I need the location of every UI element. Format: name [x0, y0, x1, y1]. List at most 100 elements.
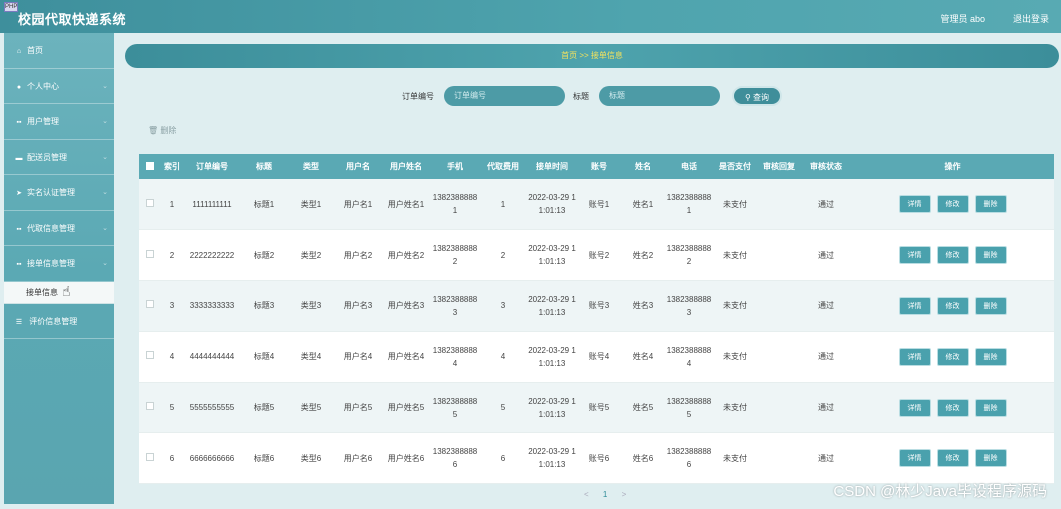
column-header: 姓名 [621, 154, 665, 179]
detail-button[interactable]: 详情 [898, 195, 931, 214]
table-cell: 姓名2 [621, 229, 665, 282]
table-row: 5 5555555555 标题5 类型5 用户名5 用户姓名5 13823888885 5 20… [139, 382, 1054, 434]
table-cell: 5555555555 [183, 382, 241, 434]
chevron-icon: ⌄ [102, 260, 108, 267]
watermark: CSDN @林少Java毕设程序源码 [833, 483, 1047, 500]
order-no-input[interactable]: 订单编号 [444, 86, 565, 106]
search-button[interactable]: ⚲ 查询 [732, 86, 782, 106]
sidebar-item-5[interactable]: ▪▪ 代取信息管理 ⌄ [4, 211, 114, 246]
table-cell: 用户姓名5 [381, 382, 431, 434]
row-checkbox[interactable] [146, 249, 154, 258]
table-cell: 4444444444 [183, 331, 241, 383]
delete-button[interactable]: 删除 [974, 398, 1007, 417]
list-icon: ☰ [15, 318, 23, 326]
table-cell: 6 [161, 432, 183, 485]
edit-button[interactable]: 修改 [936, 347, 969, 366]
app-title: 校园代取快递系统 [18, 12, 127, 27]
edit-button[interactable]: 修改 [936, 246, 969, 265]
sidebar-subitem-order-info[interactable]: 接单信息 [4, 281, 114, 304]
detail-button[interactable]: 详情 [898, 347, 931, 366]
row-select-cell[interactable] [139, 280, 161, 332]
column-header: 电话 [665, 154, 713, 179]
row-checkbox[interactable] [146, 198, 154, 207]
row-select-cell[interactable] [139, 179, 161, 231]
row-select-cell[interactable] [139, 432, 161, 485]
table-cell: 1 [479, 179, 527, 231]
table-cell: 通过 [801, 229, 851, 282]
table-cell: 2022-03-29 11:01:13 [527, 432, 577, 485]
column-header: 订单编号 [183, 154, 241, 179]
sidebar-item-4[interactable]: ➤ 实名认证管理 ⌄ [4, 175, 114, 211]
sidebar-item-6[interactable]: ▪▪ 接单信息管理 ⌄ [4, 246, 114, 282]
delete-button[interactable]: 删除 [974, 347, 1007, 366]
sidebar-item-review-management[interactable]: ☰ 评价信息管理 [4, 304, 114, 339]
table-cell: 姓名4 [621, 331, 665, 383]
delete-button[interactable]: 删除 [974, 246, 1007, 265]
row-checkbox[interactable] [146, 452, 154, 461]
table-cell: 账号6 [577, 432, 621, 485]
column-header: 接单时间 [527, 154, 577, 179]
table-cell: 13823888884 [665, 331, 713, 383]
table-cell: 姓名5 [621, 382, 665, 434]
table-cell: 姓名1 [621, 179, 665, 231]
row-checkbox[interactable] [146, 402, 154, 411]
select-all-header[interactable] [139, 154, 161, 179]
edit-button[interactable]: 修改 [936, 296, 969, 315]
table-cell: 2022-03-29 11:01:13 [527, 331, 577, 383]
detail-button[interactable]: 详情 [898, 246, 931, 265]
sidebar-item-label: 接单信息管理 [27, 259, 75, 268]
edit-button[interactable]: 修改 [936, 449, 969, 468]
table-cell: 2222222222 [183, 229, 241, 282]
sidebar-item-3[interactable]: ▬ 配送员管理 ⌄ [4, 140, 114, 175]
table-cell: 类型5 [287, 382, 335, 434]
table-cell: 6 [479, 432, 527, 485]
next-page-button[interactable]: > [622, 490, 627, 499]
detail-button[interactable]: 详情 [898, 296, 931, 315]
row-actions: 详情 修改 删除 [851, 280, 1054, 332]
title-input[interactable]: 标题 [599, 86, 720, 106]
select-all-checkbox[interactable] [146, 161, 154, 170]
batch-delete-button[interactable]: 🗑 删除 [148, 125, 176, 136]
edit-button[interactable]: 修改 [936, 398, 969, 417]
row-select-cell[interactable] [139, 229, 161, 282]
table-cell: 未支付 [713, 179, 757, 231]
sidebar-item-2[interactable]: ▪▪ 用户管理 ⌄ [4, 104, 114, 140]
grid-icon: ▪▪ [16, 261, 22, 268]
sidebar-item-0[interactable]: ⌂ 首页 [4, 33, 114, 69]
sidebar-item-label: 首页 [27, 46, 43, 55]
table-cell: 用户姓名2 [381, 229, 431, 282]
table-cell: 标题3 [241, 280, 287, 332]
row-actions: 详情 修改 删除 [851, 382, 1054, 434]
table-cell: 账号4 [577, 331, 621, 383]
trash-icon: 🗑 [148, 126, 161, 135]
row-select-cell[interactable] [139, 382, 161, 434]
row-checkbox[interactable] [146, 351, 154, 360]
table-cell: 5 [479, 382, 527, 434]
row-checkbox[interactable] [146, 300, 154, 309]
column-header: 是否支付 [713, 154, 757, 179]
table-cell: 13823888882 [431, 229, 479, 282]
title-label: 标题 [573, 92, 589, 101]
table-cell: 13823888883 [431, 280, 479, 332]
row-select-cell[interactable] [139, 331, 161, 383]
table-cell: 用户名5 [335, 382, 381, 434]
detail-button[interactable]: 详情 [898, 449, 931, 468]
table-cell: 13823888881 [431, 179, 479, 231]
table-cell [757, 229, 801, 282]
logout-link[interactable]: 退出登录 [1013, 12, 1049, 25]
hand-cursor-icon: ☝ [62, 283, 71, 299]
prev-page-button[interactable]: < [584, 490, 589, 499]
edit-button[interactable]: 修改 [936, 195, 969, 214]
table-cell: 3333333333 [183, 280, 241, 332]
table-cell: 类型3 [287, 280, 335, 332]
column-header: 类型 [287, 154, 335, 179]
detail-button[interactable]: 详情 [898, 398, 931, 417]
column-header: 审核状态 [801, 154, 851, 179]
table-cell: 4 [161, 331, 183, 383]
table-cell: 1111111111 [183, 179, 241, 231]
table-cell: 用户名2 [335, 229, 381, 282]
delete-button[interactable]: 删除 [974, 296, 1007, 315]
delete-button[interactable]: 删除 [974, 449, 1007, 468]
delete-button[interactable]: 删除 [974, 195, 1007, 214]
current-page[interactable]: 1 [603, 490, 607, 499]
